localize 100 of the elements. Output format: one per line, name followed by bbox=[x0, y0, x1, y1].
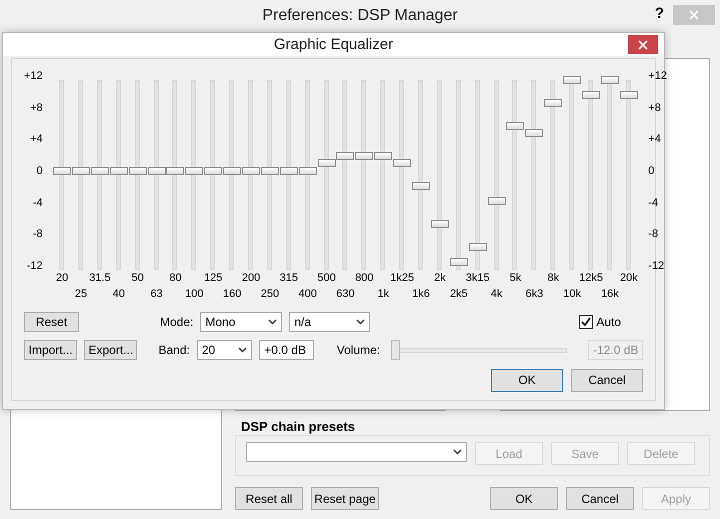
mode-label: Mode: bbox=[160, 315, 194, 329]
scale-label: +4 bbox=[648, 133, 661, 146]
scale-label: -4 bbox=[648, 196, 658, 209]
slider-thumb[interactable] bbox=[298, 167, 317, 175]
close-button[interactable] bbox=[628, 35, 658, 54]
frequency-label: 800 bbox=[355, 272, 374, 285]
slider-thumb[interactable] bbox=[620, 91, 638, 100]
frequency-label: 63 bbox=[150, 288, 163, 301]
frequency-label: 160 bbox=[222, 288, 242, 301]
cancel-button[interactable]: Cancel bbox=[571, 368, 643, 392]
reset-button[interactable]: Reset bbox=[24, 312, 79, 332]
frequency-label: 315 bbox=[280, 272, 298, 285]
slider-thumb[interactable] bbox=[374, 152, 392, 160]
slider-thumb[interactable] bbox=[563, 76, 582, 84]
scale-label: 0 bbox=[648, 164, 654, 177]
slider-thumb[interactable] bbox=[204, 167, 222, 175]
scale-label: -8 bbox=[32, 228, 43, 240]
slider-thumb[interactable] bbox=[318, 159, 336, 168]
preset-dropdown[interactable] bbox=[246, 442, 467, 462]
slider-thumb[interactable] bbox=[110, 167, 128, 175]
slider-thumb[interactable] bbox=[53, 167, 72, 175]
slider-thumb[interactable] bbox=[185, 167, 204, 175]
frequency-label: 50 bbox=[132, 272, 144, 285]
caret-icon bbox=[356, 319, 366, 325]
caret-icon bbox=[238, 347, 248, 353]
ok-button[interactable]: OK bbox=[491, 368, 563, 392]
frequency-label: 500 bbox=[317, 272, 336, 285]
frequency-label: 40 bbox=[112, 288, 125, 301]
slider-thumb[interactable] bbox=[525, 129, 544, 138]
auto-checkbox[interactable] bbox=[579, 315, 594, 329]
frequency-label: 25 bbox=[74, 288, 88, 301]
slider-thumb[interactable] bbox=[223, 167, 242, 175]
close-icon bbox=[638, 40, 648, 50]
scale-label: -4 bbox=[32, 196, 43, 209]
scale-label: +12 bbox=[648, 70, 667, 82]
slider-thumb[interactable] bbox=[600, 76, 619, 84]
slider-thumb[interactable] bbox=[391, 340, 400, 360]
reset-button[interactable]: Reset page bbox=[311, 487, 379, 510]
frequency-label: 2k5 bbox=[450, 288, 468, 301]
frequency-label: 20 bbox=[56, 272, 68, 285]
frequency-label: 1k6 bbox=[412, 288, 430, 301]
slider-thumb[interactable] bbox=[166, 167, 184, 175]
slider-thumb[interactable] bbox=[355, 152, 374, 160]
slider-thumb[interactable] bbox=[450, 258, 468, 266]
mode-dropdown[interactable]: Mono bbox=[200, 312, 282, 332]
frequency-label: 3k15 bbox=[466, 272, 490, 285]
band-dropdown[interactable]: 20 bbox=[196, 340, 252, 360]
gain-field[interactable]: +0.0 dB bbox=[259, 340, 314, 360]
check-icon bbox=[581, 317, 592, 327]
slider-thumb[interactable] bbox=[90, 167, 109, 175]
volume-label: Volume: bbox=[336, 343, 380, 357]
slider-thumb[interactable] bbox=[336, 152, 354, 160]
dialog-button[interactable]: Cancel bbox=[566, 487, 634, 510]
scale-label: -12 bbox=[648, 260, 664, 272]
frequency-label: 200 bbox=[242, 272, 260, 285]
window-title: Preferences: DSP Manager bbox=[262, 7, 458, 25]
slider-thumb[interactable] bbox=[128, 167, 147, 175]
caret-icon bbox=[453, 449, 462, 455]
slider-thumb[interactable] bbox=[260, 167, 279, 175]
frequency-label: 5k bbox=[510, 272, 522, 285]
export-button[interactable]: Export... bbox=[84, 340, 138, 360]
slider-thumb[interactable] bbox=[393, 159, 412, 168]
frequency-label: 12k5 bbox=[579, 272, 603, 285]
slider-thumb[interactable] bbox=[280, 167, 298, 175]
slider-thumb[interactable] bbox=[72, 167, 90, 175]
group-title: DSP chain presets bbox=[241, 419, 355, 434]
slider-thumb[interactable] bbox=[468, 242, 487, 251]
scale-label: -8 bbox=[648, 228, 658, 240]
frequency-label: 10k bbox=[563, 288, 582, 301]
scale-label: +8 bbox=[30, 102, 43, 114]
frequency-label: 1k25 bbox=[390, 272, 414, 285]
frequency-label: 100 bbox=[185, 288, 204, 301]
scale-label: 0 bbox=[36, 164, 43, 177]
frequency-label: 6k3 bbox=[526, 288, 544, 301]
frequency-label: 80 bbox=[169, 272, 182, 285]
slider-thumb[interactable] bbox=[488, 197, 506, 206]
slider-thumb[interactable] bbox=[148, 167, 166, 175]
frequency-label: 4k bbox=[490, 288, 502, 301]
scale-label: -12 bbox=[26, 260, 43, 272]
frequency-label: 16k bbox=[601, 288, 619, 301]
reset-button[interactable]: Reset all bbox=[235, 487, 303, 510]
import-button[interactable]: Import... bbox=[24, 340, 78, 360]
frequency-label: 2k bbox=[434, 272, 446, 285]
help-button[interactable]: ? bbox=[654, 5, 664, 22]
dialog-title: Graphic Equalizer bbox=[274, 36, 394, 53]
slider-thumb[interactable] bbox=[582, 91, 600, 100]
frequency-label: 8k bbox=[547, 272, 560, 285]
scale-label: +8 bbox=[648, 102, 661, 114]
checkbox-label: Auto bbox=[596, 315, 621, 329]
channel-dropdown[interactable]: n/a bbox=[289, 312, 370, 332]
slider-thumb[interactable] bbox=[242, 167, 260, 175]
slider-thumb[interactable] bbox=[506, 122, 524, 130]
frequency-label: 400 bbox=[298, 288, 317, 301]
volume-reading: -12.0 dB bbox=[588, 340, 644, 360]
band-label: Band: bbox=[158, 343, 190, 357]
volume-slider[interactable] bbox=[391, 340, 568, 360]
slider-thumb[interactable] bbox=[412, 182, 430, 190]
dialog-button[interactable]: OK bbox=[490, 487, 558, 510]
slider-thumb[interactable] bbox=[430, 220, 449, 228]
slider-thumb[interactable] bbox=[544, 98, 562, 107]
